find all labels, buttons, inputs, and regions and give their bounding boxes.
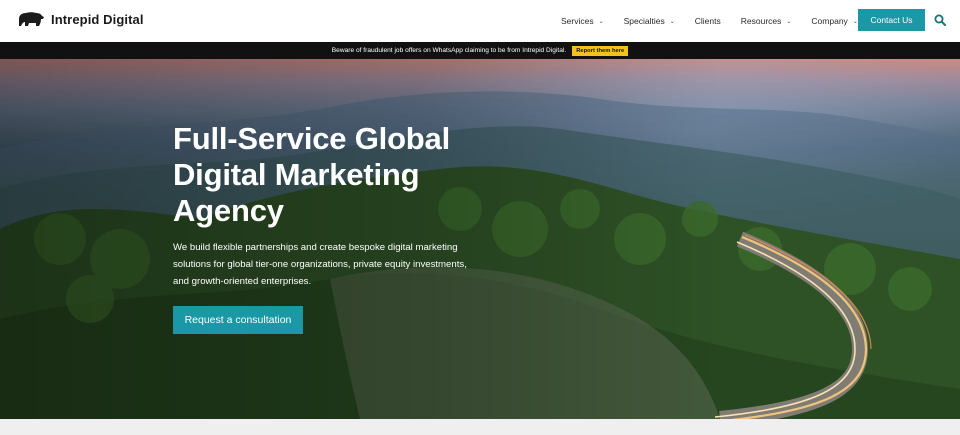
search-icon[interactable] [934,13,946,26]
nav-item-label: Services [561,16,594,26]
fraud-alert-bar: Beware of fraudulent job offers on Whats… [0,42,960,59]
report-button[interactable]: Report them here [572,45,629,56]
chevron-down-icon: ⌄ [598,18,604,25]
brand-name: Intrepid Digital [51,11,144,27]
hero-title-line: Full-Service Global [173,121,451,156]
site-header: Intrepid Digital Services ⌄ Specialties … [0,0,960,42]
main-nav: Services ⌄ Specialties ⌄ Clients Resourc… [561,0,878,42]
brand-logo[interactable]: Intrepid Digital [17,10,144,28]
nav-item-clients[interactable]: Clients [695,16,721,26]
hero-title-line: Agency [173,193,284,228]
nav-item-label: Clients [694,16,721,26]
bear-icon [17,10,45,28]
chevron-down-icon: ⌄ [786,18,792,25]
nav-item-resources[interactable]: Resources ⌄ [741,16,792,26]
nav-item-label: Specialties [623,16,665,26]
hero-subtitle-line: solutions for global tier-one organizati… [173,259,467,270]
nav-item-label: Company [811,16,848,26]
hero-subtitle-line: We build flexible partnerships and creat… [173,242,458,253]
contact-us-button[interactable]: Contact Us [858,9,925,31]
alert-text: Beware of fraudulent job offers on Whats… [331,47,567,54]
hero-section: Full-Service Global Digital Marketing Ag… [0,59,960,419]
hero-subtitle: We build flexible partnerships and creat… [173,239,473,290]
nav-item-specialties[interactable]: Specialties ⌄ [624,16,675,26]
nav-item-services[interactable]: Services ⌄ [561,16,604,26]
hero-subtitle-line: and growth-oriented enterprises. [173,276,312,287]
request-consultation-button[interactable]: Request a consultation [173,306,303,334]
hero-title-line: Digital Marketing [173,157,420,192]
nav-item-label: Resources [740,16,782,26]
nav-item-company[interactable]: Company ⌄ [811,16,857,26]
hero-title: Full-Service Global Digital Marketing Ag… [173,121,493,229]
chevron-down-icon: ⌄ [669,18,675,25]
hero-overlay [0,59,960,419]
